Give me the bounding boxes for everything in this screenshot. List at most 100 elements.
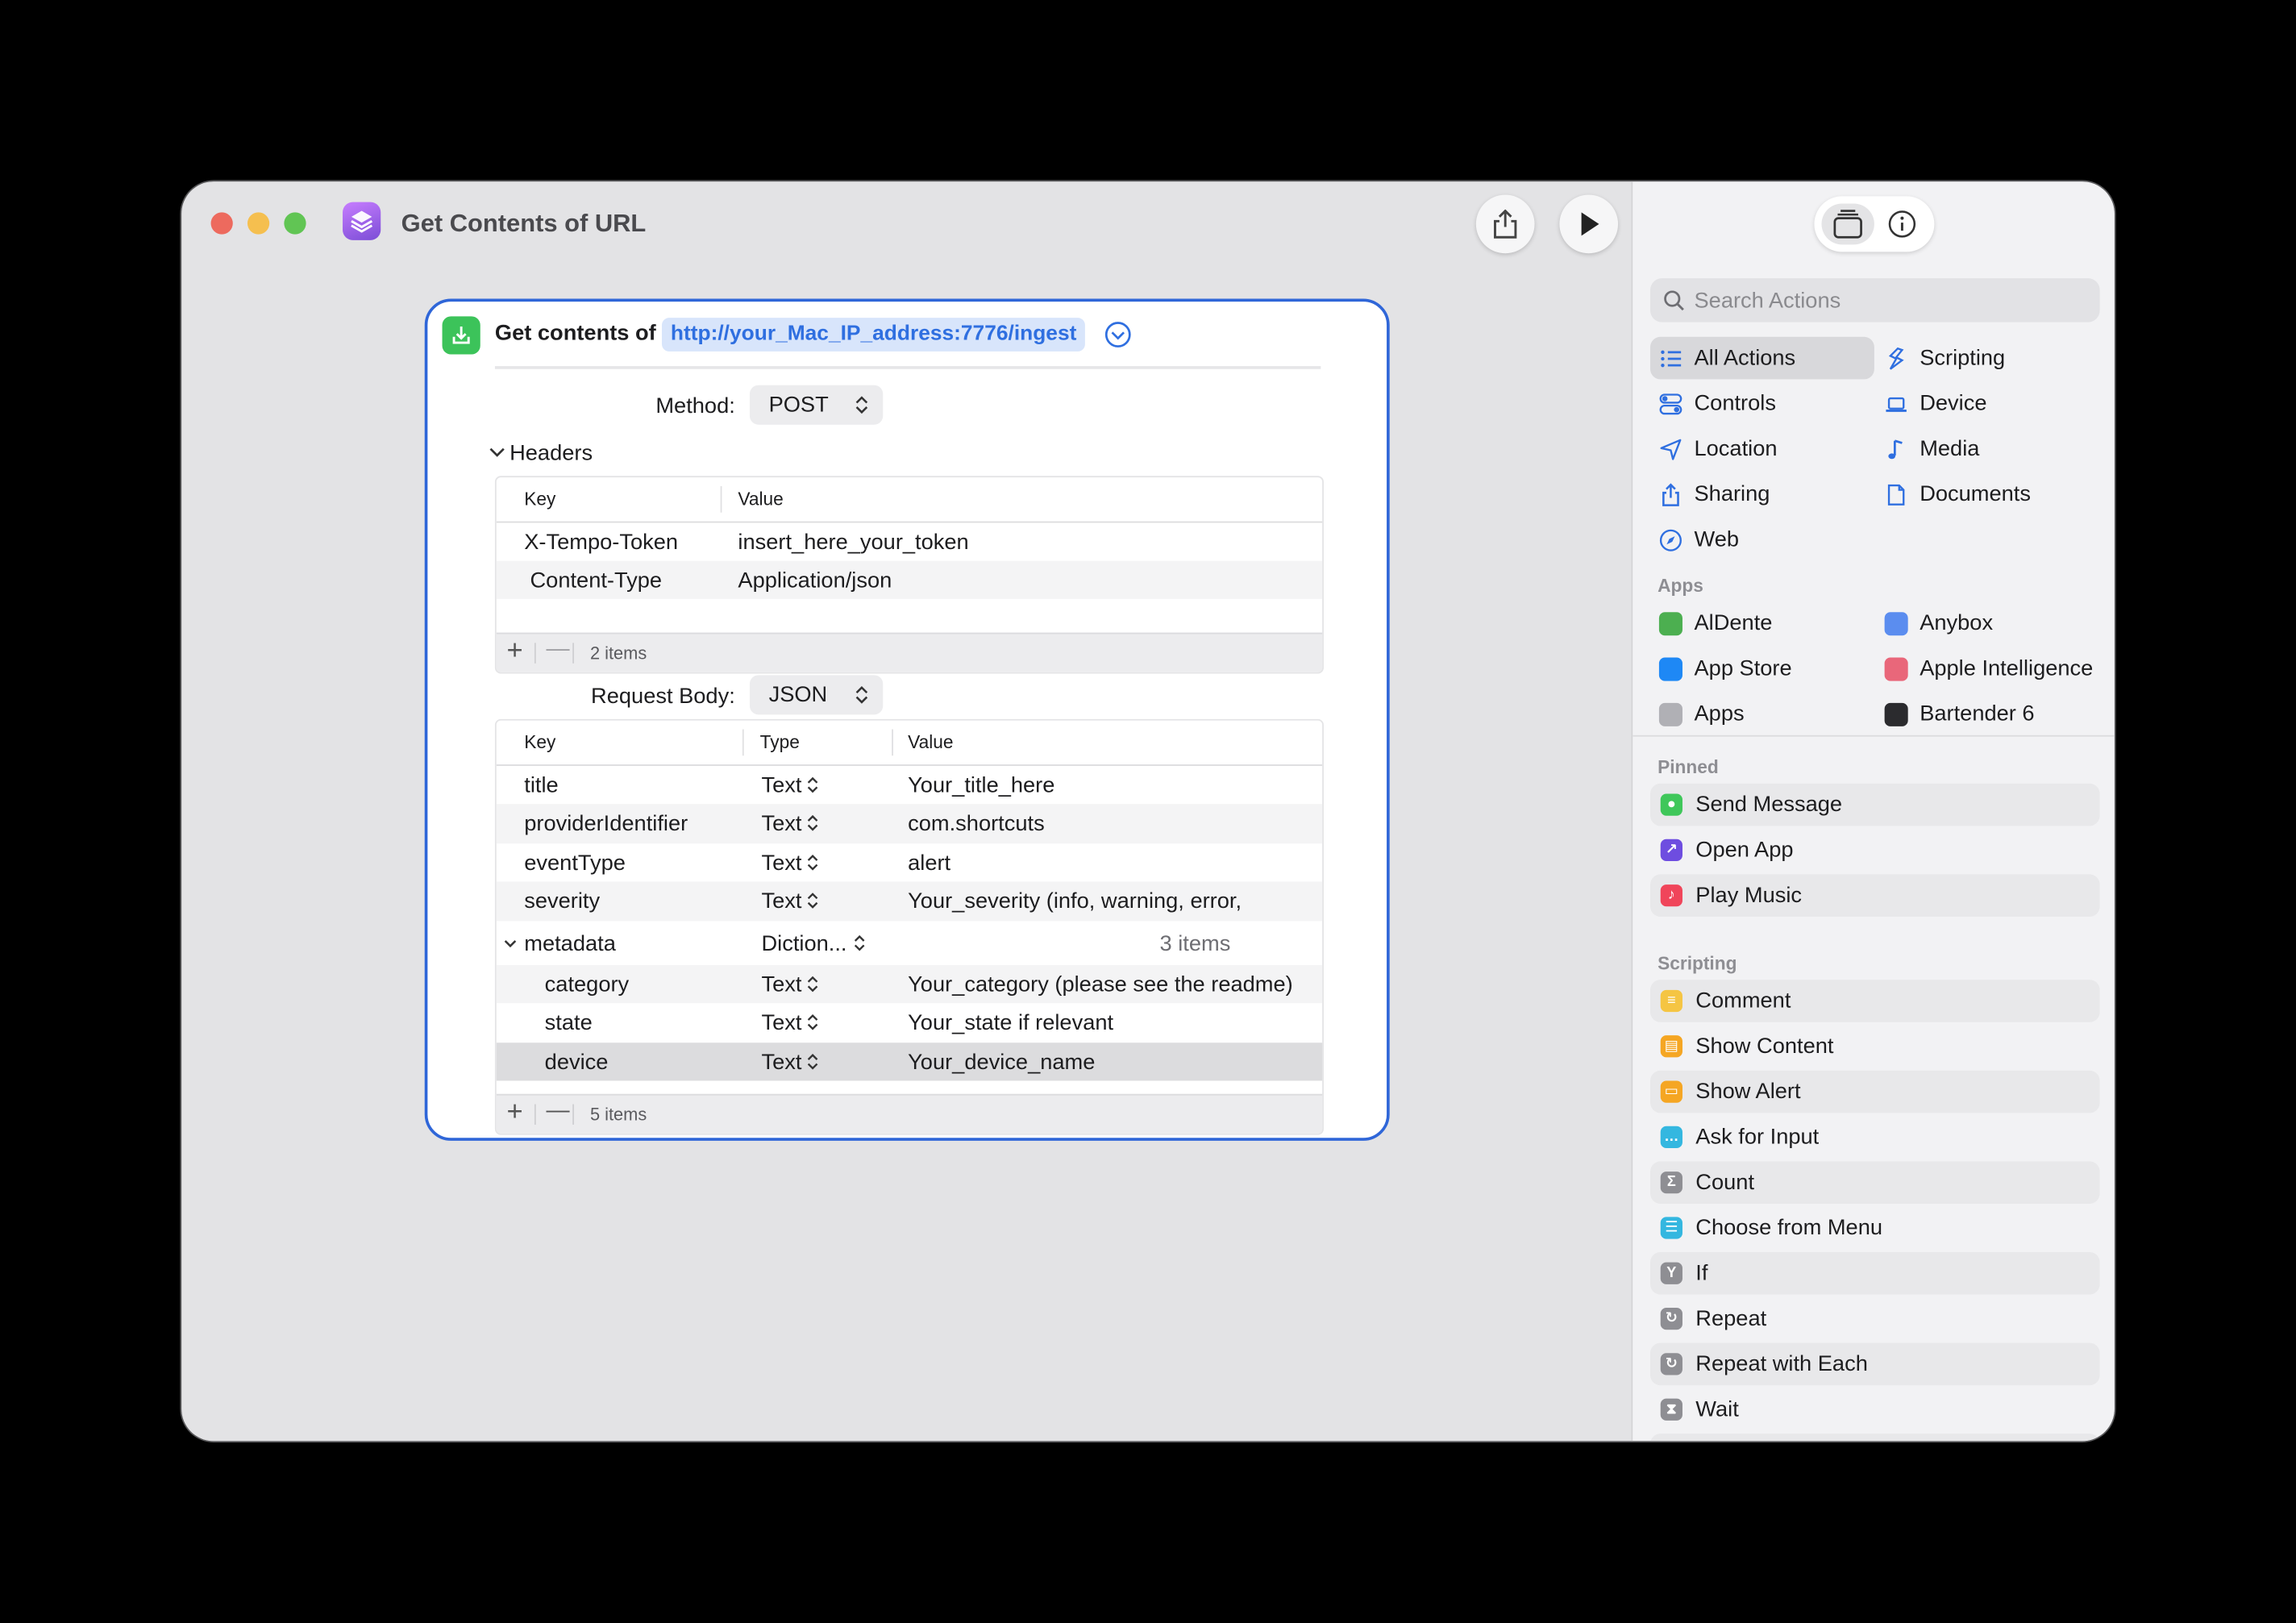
library-stack-icon[interactable] <box>1832 210 1864 239</box>
scripting-item-comment[interactable]: ≡ Comment <box>1650 980 2100 1022</box>
item-label: Repeat with Each <box>1695 1351 1868 1377</box>
chevron-circle-icon[interactable] <box>1104 321 1133 349</box>
body-key[interactable]: eventType <box>524 851 626 876</box>
category-scripting[interactable]: Scripting <box>1876 337 2095 380</box>
updown-chevron-icon[interactable] <box>807 892 819 909</box>
remove-field-button[interactable]: — <box>546 1098 569 1125</box>
category-all-actions[interactable]: All Actions <box>1650 336 1874 380</box>
request-body-popup[interactable]: JSON <box>749 675 884 715</box>
body-key[interactable]: providerIdentifier <box>524 812 688 837</box>
category-device[interactable]: Device <box>1876 382 2095 425</box>
category-location[interactable]: Location <box>1650 427 1874 470</box>
table-row[interactable]: Content-Type Application/json <box>496 560 1323 600</box>
header-value[interactable]: Application/json <box>738 568 892 593</box>
body-key[interactable]: title <box>524 773 558 798</box>
close-button[interactable] <box>210 212 233 235</box>
body-key[interactable]: state <box>545 1011 593 1036</box>
app-app-store[interactable]: App Store <box>1650 647 1874 690</box>
add-header-button[interactable]: + <box>506 635 522 668</box>
scripting-item-choose-from-menu[interactable]: ☰ Choose from Menu <box>1650 1207 2100 1250</box>
scripting-item-if[interactable]: Y If <box>1650 1251 2100 1295</box>
header-key[interactable]: Content-Type <box>530 568 663 593</box>
apps-app-icon <box>1658 702 1682 726</box>
body-key[interactable]: severity <box>524 889 600 914</box>
search-field[interactable] <box>1650 278 2100 323</box>
remove-header-button[interactable]: — <box>546 637 569 664</box>
scripting-item-repeat-with-each[interactable]: ↻ Repeat with Each <box>1650 1342 2100 1386</box>
pinned-item-send-message[interactable]: ● Send Message <box>1650 783 2100 826</box>
body-type[interactable]: Text <box>761 1011 801 1036</box>
body-key[interactable]: metadata <box>524 931 616 956</box>
scripting-item-ask-for-input[interactable]: … Ask for Input <box>1650 1116 2100 1159</box>
hourglass-icon: ⧗ <box>1660 1398 1682 1421</box>
body-value[interactable]: Your_severity (info, warning, error, <box>908 889 1242 914</box>
category-documents[interactable]: Documents <box>1876 473 2095 516</box>
category-label: Web <box>1694 526 1740 552</box>
body-value[interactable]: alert <box>908 851 950 876</box>
url-token[interactable]: http://your_Mac_IP_address:7776/ingest <box>661 318 1086 352</box>
body-type[interactable]: Text <box>761 773 801 798</box>
table-row[interactable]: severity Text Your_severity (info, warni… <box>496 881 1323 921</box>
pinned-item-play-music[interactable]: ♪ Play Music <box>1650 874 2100 918</box>
body-value[interactable]: Your_title_here <box>908 773 1054 798</box>
body-value[interactable]: com.shortcuts <box>908 812 1045 837</box>
table-row[interactable]: providerIdentifier Text com.shortcuts <box>496 804 1323 843</box>
app-apple-intelligence[interactable]: Apple Intelligence <box>1876 647 2111 690</box>
header-value[interactable]: insert_here_your_token <box>738 531 968 556</box>
body-type[interactable]: Text <box>761 889 801 914</box>
method-popup[interactable]: POST <box>749 385 884 425</box>
updown-chevron-icon[interactable] <box>807 815 819 833</box>
app-anybox[interactable]: Anybox <box>1876 602 2095 645</box>
body-type[interactable]: Text <box>761 972 801 997</box>
header-key[interactable]: X-Tempo-Token <box>524 531 678 556</box>
item-label: Wait <box>1695 1396 1739 1422</box>
body-type[interactable]: Text <box>761 1050 801 1075</box>
updown-chevron-icon[interactable] <box>807 1053 819 1071</box>
body-value[interactable]: Your_state if relevant <box>908 1011 1113 1036</box>
table-row[interactable]: X-Tempo-Token insert_here_your_token <box>497 522 1322 561</box>
scripting-item-repeat[interactable]: ↻ Repeat <box>1650 1297 2100 1340</box>
chevron-down-icon[interactable] <box>504 938 517 949</box>
body-type[interactable]: Diction... <box>761 931 846 956</box>
updown-chevron-icon[interactable] <box>854 934 866 952</box>
app-apps[interactable]: Apps <box>1650 693 1874 735</box>
scripting-item-show-alert[interactable]: ▭ Show Alert <box>1650 1070 2100 1113</box>
zoom-button[interactable] <box>284 212 306 235</box>
share-button[interactable] <box>1475 194 1535 254</box>
pinned-item-open-app[interactable]: ↗ Open App <box>1650 829 2100 872</box>
body-value[interactable]: Your_category (please see the readme) <box>908 972 1293 997</box>
body-type[interactable]: Text <box>761 851 801 876</box>
add-field-button[interactable]: + <box>506 1097 522 1129</box>
body-key[interactable]: category <box>545 972 630 997</box>
body-type[interactable]: Text <box>761 812 801 837</box>
scripting-item-show-content[interactable]: ▤ Show Content <box>1650 1025 2100 1067</box>
app-bartender[interactable]: Bartender 6 <box>1876 693 2095 735</box>
updown-chevron-icon[interactable] <box>807 1014 819 1032</box>
item-label: Show Content <box>1695 1034 1834 1059</box>
category-controls[interactable]: Controls <box>1650 382 1874 425</box>
scripting-item-wait[interactable]: ⧗ Wait <box>1650 1388 2100 1431</box>
minimize-button[interactable] <box>247 212 270 235</box>
table-row-selected[interactable]: device Text Your_device_name <box>496 1042 1323 1081</box>
headers-count: 2 items <box>589 643 647 664</box>
chevron-down-icon[interactable] <box>489 447 505 459</box>
updown-chevron-icon[interactable] <box>807 854 819 872</box>
table-row[interactable]: eventType Text alert <box>497 843 1322 882</box>
app-aldente[interactable]: AlDente <box>1650 602 1874 645</box>
category-sharing[interactable]: Sharing <box>1650 473 1874 516</box>
table-row[interactable]: state Text Your_state if relevant <box>497 1004 1322 1042</box>
table-row[interactable]: title Text Your_title_here <box>497 766 1322 805</box>
category-media[interactable]: Media <box>1876 427 2095 470</box>
table-row-metadata[interactable]: metadata Diction... 3 items <box>497 922 1322 965</box>
updown-chevron-icon[interactable] <box>807 976 819 993</box>
get-contents-action-card[interactable]: Get contents of http://your_Mac_IP_addre… <box>424 298 1390 1141</box>
run-button[interactable] <box>1559 194 1619 254</box>
category-web[interactable]: Web <box>1650 518 1874 561</box>
search-input[interactable] <box>1694 278 2090 323</box>
scripting-item-count[interactable]: Σ Count <box>1650 1161 2100 1205</box>
body-key[interactable]: device <box>545 1050 609 1075</box>
updown-chevron-icon[interactable] <box>807 776 819 794</box>
body-value[interactable]: Your_device_name <box>908 1050 1095 1075</box>
table-row[interactable]: category Text Your_category (please see … <box>496 964 1323 1004</box>
info-icon[interactable] <box>1887 210 1916 239</box>
